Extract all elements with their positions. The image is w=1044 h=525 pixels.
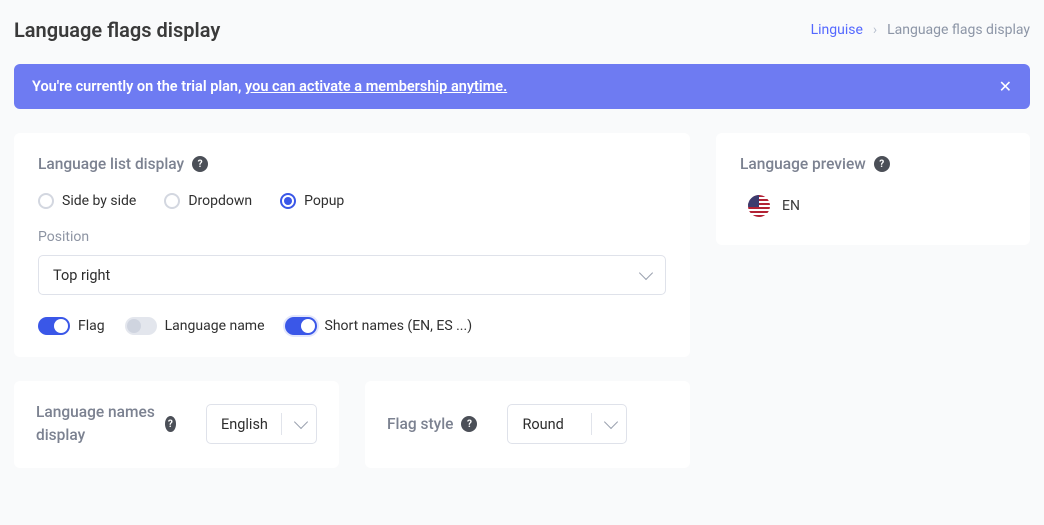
flag-style-card: Flag style ? Round (365, 381, 690, 468)
divider (591, 413, 592, 435)
toggle-short-names[interactable] (285, 317, 317, 335)
radio-side-by-side[interactable]: Side by side (38, 193, 136, 209)
list-display-title: Language list display (38, 155, 184, 173)
language-names-display-card: Language names display ? English (14, 381, 339, 468)
trial-message: You're currently on the trial plan, you … (32, 78, 507, 95)
page-title: Language flags display (14, 18, 220, 42)
section-title-preview: Language preview ? (740, 155, 1006, 173)
language-names-select[interactable]: English (206, 404, 317, 444)
help-icon[interactable]: ? (192, 156, 208, 172)
help-icon[interactable]: ? (461, 416, 477, 432)
divider (281, 413, 282, 435)
help-icon[interactable]: ? (874, 156, 890, 172)
radio-label: Side by side (62, 193, 136, 209)
position-select[interactable]: Top right (38, 255, 666, 295)
breadcrumb: Linguise › Language flags display (811, 22, 1030, 38)
toggle-label: Short names (EN, ES ...) (325, 318, 473, 334)
toggle-label: Flag (78, 318, 105, 334)
flag-style-select[interactable]: Round (507, 404, 627, 444)
names-value: English (221, 416, 268, 433)
position-value: Top right (53, 267, 110, 284)
trial-banner: You're currently on the trial plan, you … (14, 64, 1030, 109)
toggle-flag[interactable] (38, 317, 70, 335)
us-flag-icon (748, 195, 770, 217)
chevron-down-icon (294, 415, 308, 429)
preview-title: Language preview (740, 155, 866, 173)
section-title-names-display: Language names display ? (36, 401, 176, 448)
chevron-right-icon: › (873, 22, 877, 38)
radio-icon (38, 193, 54, 209)
language-list-display-card: Language list display ? Side by side Dro… (14, 133, 690, 357)
help-icon[interactable]: ? (165, 416, 176, 432)
chevron-down-icon (604, 415, 618, 429)
flag-style-title: Flag style (387, 413, 453, 436)
preview-code: EN (782, 198, 800, 214)
breadcrumb-current: Language flags display (887, 22, 1030, 38)
activate-membership-link[interactable]: you can activate a membership anytime. (245, 78, 507, 95)
radio-label: Dropdown (188, 193, 252, 209)
section-title-flag-style: Flag style ? (387, 413, 477, 436)
trial-text: You're currently on the trial plan, (32, 78, 245, 95)
radio-icon (280, 193, 296, 209)
toggle-language-name[interactable] (125, 317, 157, 335)
position-label: Position (38, 229, 666, 245)
section-title-list-display: Language list display ? (38, 155, 666, 173)
radio-dropdown[interactable]: Dropdown (164, 193, 252, 209)
flag-style-value: Round (522, 416, 563, 433)
breadcrumb-root-link[interactable]: Linguise (811, 22, 863, 38)
toggle-label: Language name (165, 318, 265, 334)
chevron-down-icon (639, 266, 653, 280)
language-preview-card: Language preview ? EN (716, 133, 1030, 245)
radio-icon (164, 193, 180, 209)
names-display-title: Language names display (36, 401, 157, 448)
radio-popup[interactable]: Popup (280, 193, 344, 209)
radio-label: Popup (304, 193, 344, 209)
close-icon[interactable]: ✕ (999, 79, 1012, 95)
